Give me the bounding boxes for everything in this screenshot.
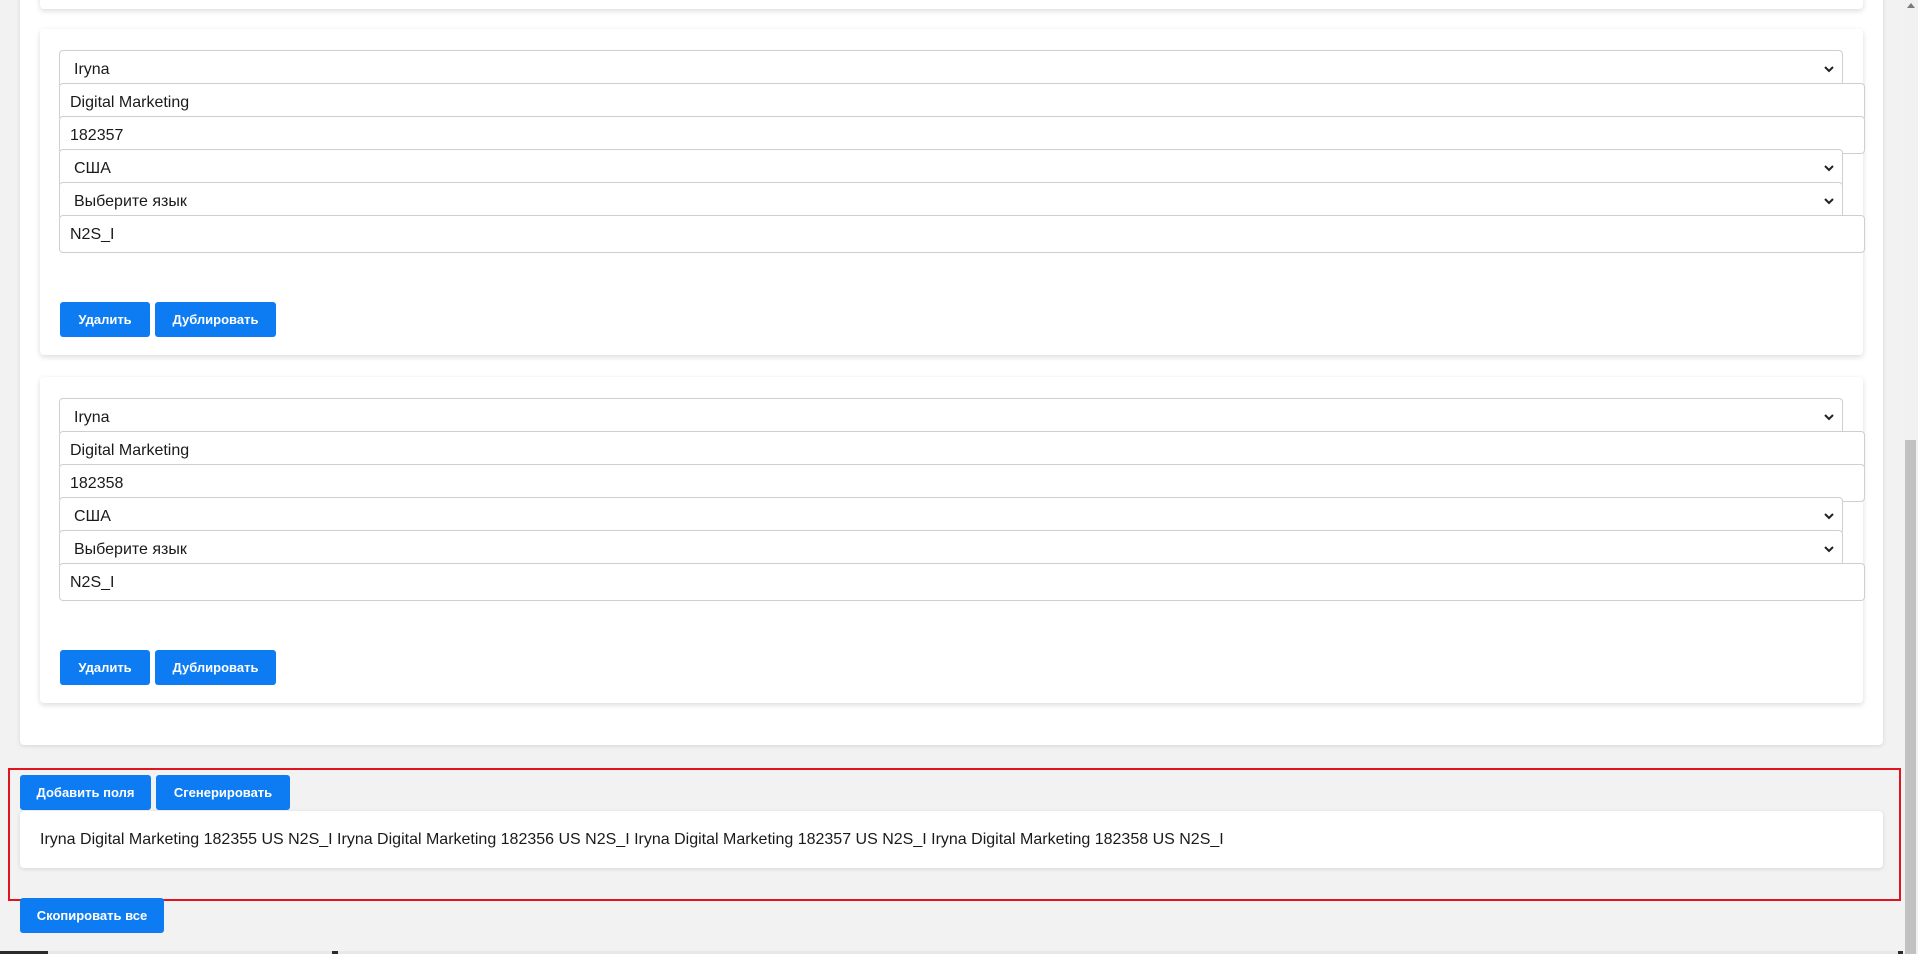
add-fields-button[interactable]: Добавить поля: [20, 775, 151, 810]
department-field-value: Digital Marketing: [70, 94, 190, 111]
code-field-value: N2S_I: [70, 574, 115, 591]
scroll-up-arrow-icon[interactable]: [1907, 3, 1915, 8]
chevron-down-icon: [1824, 198, 1834, 205]
delete-button[interactable]: Удалить: [60, 302, 150, 337]
chevron-down-icon: [1824, 165, 1834, 172]
name-select-value: Iryna: [74, 409, 110, 426]
id-field-value: 182358: [70, 475, 124, 492]
entry-card-previous: [40, 0, 1863, 9]
country-select-value: США: [74, 160, 111, 177]
duplicate-button[interactable]: Дублировать: [155, 302, 276, 337]
page: Iryna Digital Marketing 182357 США Выбер…: [0, 0, 1918, 954]
language-select-value: Выберите язык: [74, 193, 187, 210]
copy-all-button[interactable]: Скопировать все: [20, 898, 164, 933]
country-select-value: США: [74, 508, 111, 525]
entry-card: Iryna Digital Marketing 182357 США Выбер…: [40, 29, 1865, 355]
chevron-down-icon: [1824, 66, 1834, 73]
department-field-value: Digital Marketing: [70, 442, 190, 459]
code-field-value: N2S_I: [70, 226, 115, 243]
code-field[interactable]: N2S_I: [59, 215, 1865, 253]
delete-button[interactable]: Удалить: [60, 650, 150, 685]
generate-button[interactable]: Сгенерировать: [156, 775, 290, 810]
scrollbar-thumb[interactable]: [1905, 440, 1916, 954]
vertical-scrollbar[interactable]: [1903, 0, 1918, 954]
duplicate-button[interactable]: Дублировать: [155, 650, 276, 685]
code-field[interactable]: N2S_I: [59, 563, 1865, 601]
entry-card: Iryna Digital Marketing 182358 США Выбер…: [40, 377, 1865, 703]
chevron-down-icon: [1824, 546, 1834, 553]
id-field-value: 182357: [70, 127, 124, 144]
name-select-value: Iryna: [74, 61, 110, 78]
language-select-value: Выберите язык: [74, 541, 187, 558]
output-text: Iryna Digital Marketing 182355 US N2S_I …: [20, 811, 1883, 868]
chevron-down-icon: [1824, 513, 1834, 520]
chevron-down-icon: [1824, 414, 1834, 421]
